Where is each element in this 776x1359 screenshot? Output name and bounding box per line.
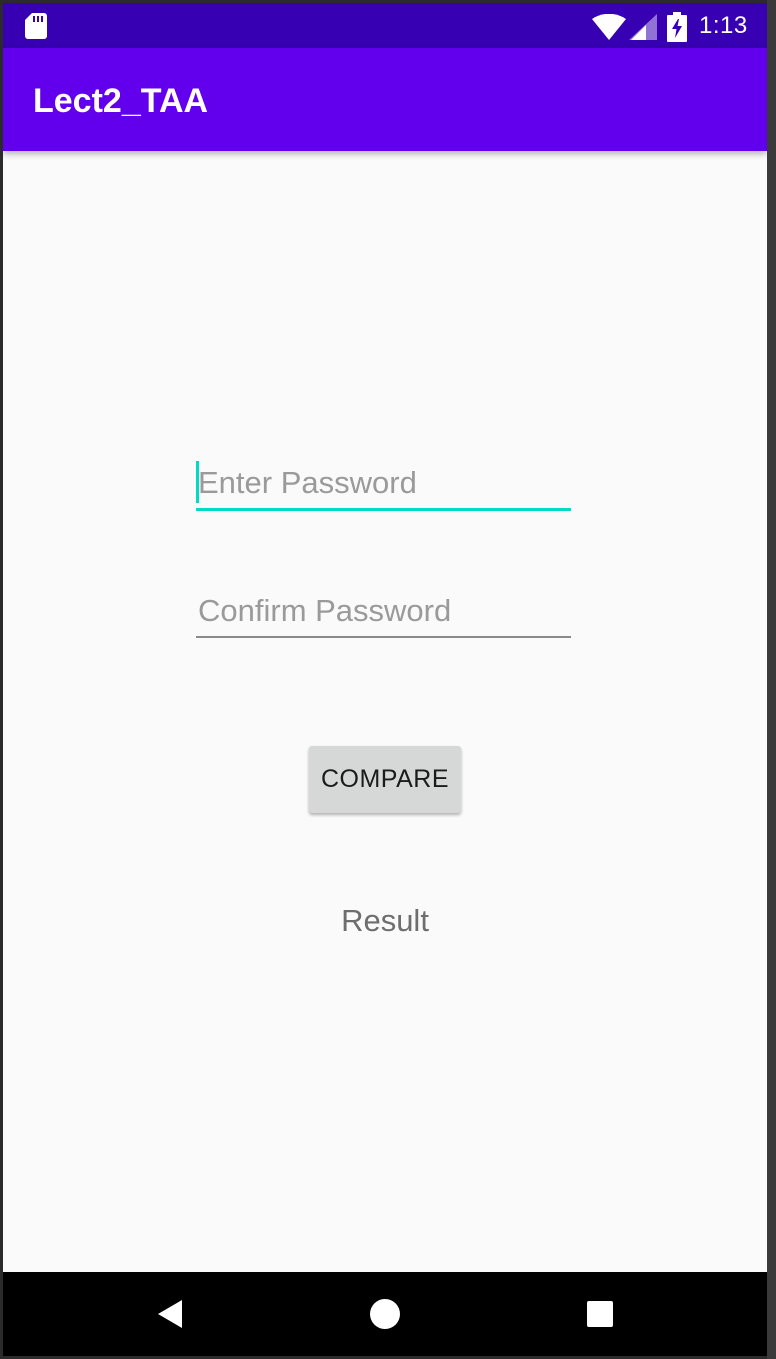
result-text: Result bbox=[341, 903, 429, 938]
home-button[interactable] bbox=[343, 1272, 427, 1356]
confirm-password-input[interactable] bbox=[196, 587, 571, 635]
app-title: Lect2_TAA bbox=[33, 82, 209, 120]
signal-icon bbox=[629, 14, 657, 40]
password-underline bbox=[196, 508, 571, 511]
compare-button[interactable]: COMPARE bbox=[309, 746, 461, 813]
recents-icon bbox=[587, 1301, 613, 1327]
back-icon bbox=[158, 1300, 182, 1328]
device-bezel bbox=[767, 0, 776, 1359]
password-field[interactable] bbox=[196, 459, 571, 511]
back-button[interactable] bbox=[128, 1272, 212, 1356]
password-input[interactable] bbox=[196, 459, 571, 507]
app-bar: Lect2_TAA bbox=[3, 48, 767, 151]
phone-screen: 1:13 Lect2_TAA COMPARE Result bbox=[3, 3, 767, 1356]
sd-card-icon bbox=[25, 13, 47, 39]
text-cursor bbox=[196, 461, 199, 503]
confirm-password-underline bbox=[196, 636, 571, 638]
battery-charging-icon bbox=[667, 12, 687, 42]
status-time: 1:13 bbox=[699, 12, 748, 39]
confirm-password-field[interactable] bbox=[196, 587, 571, 639]
navigation-bar bbox=[3, 1272, 767, 1356]
status-bar: 1:13 bbox=[3, 3, 767, 48]
recents-button[interactable] bbox=[558, 1272, 642, 1356]
wifi-icon bbox=[592, 14, 626, 40]
home-icon bbox=[370, 1299, 400, 1329]
